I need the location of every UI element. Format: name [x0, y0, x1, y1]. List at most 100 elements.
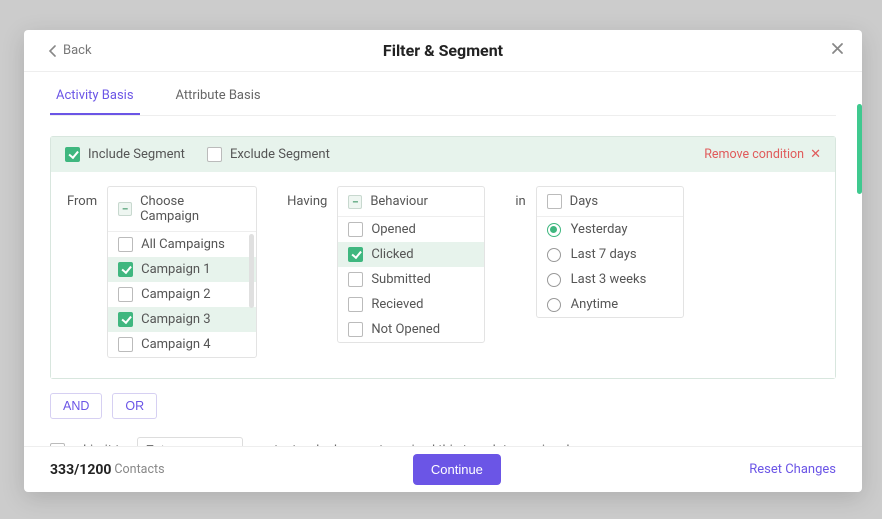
- limit-label: Limit to: [83, 443, 127, 447]
- option-label: Campaign 2: [141, 287, 210, 302]
- scrollbar-thumb[interactable]: [249, 234, 254, 308]
- exclude-segment-label: Exclude Segment: [230, 147, 330, 162]
- option-label: Last 7 days: [571, 247, 637, 262]
- campaign-option-2[interactable]: Campaign 2: [108, 282, 256, 307]
- limit-input[interactable]: [137, 437, 243, 446]
- campaign-header-label: Choose Campaign: [140, 194, 246, 224]
- behaviour-option-not-opened[interactable]: Not Opened: [338, 317, 484, 342]
- condition-body: From − Choose Campaign All Campaigns Cam…: [51, 172, 835, 378]
- condition-header: Include Segment Exclude Segment Remove c…: [51, 137, 835, 172]
- and-button[interactable]: AND: [50, 393, 102, 419]
- having-column: Having − Behaviour Opened Clicked Submit…: [287, 186, 485, 343]
- include-segment-option[interactable]: Include Segment: [65, 147, 185, 162]
- tabs: Activity Basis Attribute Basis: [50, 78, 836, 116]
- behaviour-option-opened[interactable]: Opened: [338, 217, 484, 242]
- limit-row: Limit to contacts who have not received …: [50, 437, 836, 446]
- campaign-option-1[interactable]: Campaign 1: [108, 257, 256, 282]
- include-segment-checkbox[interactable]: [65, 147, 80, 162]
- option-label: Recieved: [371, 297, 423, 312]
- modal-footer: 333/1200 Contacts Continue Reset Changes: [24, 446, 862, 492]
- checkbox[interactable]: [118, 312, 133, 327]
- close-icon: [831, 42, 844, 55]
- checkbox[interactable]: [118, 287, 133, 302]
- option-label: All Campaigns: [141, 237, 225, 252]
- radio[interactable]: [547, 248, 561, 262]
- checkbox[interactable]: [348, 247, 363, 262]
- option-label: Campaign 3: [141, 312, 210, 327]
- filter-segment-modal: Back Filter & Segment Activity Basis Att…: [24, 30, 862, 492]
- radio[interactable]: [547, 223, 561, 237]
- modal-header: Back Filter & Segment: [24, 30, 862, 72]
- close-button[interactable]: [831, 42, 844, 59]
- campaign-panel: − Choose Campaign All Campaigns Campaign…: [107, 186, 257, 358]
- option-label: Last 3 weeks: [571, 272, 647, 287]
- collapse-icon: −: [348, 195, 362, 209]
- exclude-segment-checkbox[interactable]: [207, 147, 222, 162]
- limit-checkbox[interactable]: [50, 443, 65, 447]
- radio[interactable]: [547, 298, 561, 312]
- campaign-options: All Campaigns Campaign 1 Campaign 2 Camp…: [108, 232, 256, 357]
- option-label: Opened: [371, 222, 416, 237]
- back-label: Back: [63, 43, 92, 58]
- days-option-last-3w[interactable]: Last 3 weeks: [537, 267, 683, 292]
- days-option-last-7[interactable]: Last 7 days: [537, 242, 683, 267]
- option-label: Submitted: [371, 272, 430, 287]
- campaign-option-4[interactable]: Campaign 4: [108, 332, 256, 357]
- remove-condition-button[interactable]: Remove condition ✕: [704, 147, 821, 162]
- option-label: Yesterday: [571, 222, 628, 237]
- reset-changes-link[interactable]: Reset Changes: [749, 462, 836, 477]
- days-option-anytime[interactable]: Anytime: [537, 292, 683, 317]
- chevron-left-icon: [48, 45, 57, 57]
- logic-operators: AND OR: [50, 393, 836, 419]
- option-label: Not Opened: [371, 322, 440, 337]
- behaviour-options: Opened Clicked Submitted Recieved Not Op…: [338, 217, 484, 342]
- option-label: Anytime: [571, 297, 619, 312]
- behaviour-option-recieved[interactable]: Recieved: [338, 292, 484, 317]
- behaviour-header-label: Behaviour: [370, 194, 428, 209]
- condition-block: Include Segment Exclude Segment Remove c…: [50, 136, 836, 379]
- checkbox[interactable]: [118, 237, 133, 252]
- checkbox[interactable]: [118, 337, 133, 352]
- modal-title: Filter & Segment: [383, 41, 503, 60]
- checkbox[interactable]: [348, 272, 363, 287]
- having-label: Having: [287, 186, 327, 209]
- behaviour-option-submitted[interactable]: Submitted: [338, 267, 484, 292]
- continue-button[interactable]: Continue: [413, 454, 501, 485]
- option-label: Clicked: [371, 247, 413, 262]
- behaviour-panel-header[interactable]: − Behaviour: [338, 187, 484, 217]
- limit-suffix: contacts who have not received this temp…: [253, 443, 576, 447]
- campaign-option-3[interactable]: Campaign 3: [108, 307, 256, 332]
- contact-count: 333/1200: [50, 462, 111, 478]
- exclude-segment-option[interactable]: Exclude Segment: [207, 147, 330, 162]
- from-column: From − Choose Campaign All Campaigns Cam…: [67, 186, 257, 358]
- or-button[interactable]: OR: [112, 393, 157, 419]
- in-label: in: [515, 186, 525, 209]
- behaviour-option-clicked[interactable]: Clicked: [338, 242, 484, 267]
- checkbox[interactable]: [348, 322, 363, 337]
- days-header-label: Days: [570, 194, 598, 209]
- contact-count-label: Contacts: [114, 462, 164, 477]
- radio[interactable]: [547, 273, 561, 287]
- remove-condition-label: Remove condition: [704, 147, 804, 162]
- campaign-panel-header[interactable]: − Choose Campaign: [108, 187, 256, 232]
- option-label: Campaign 4: [141, 337, 210, 352]
- campaign-option-all[interactable]: All Campaigns: [108, 232, 256, 257]
- checkbox[interactable]: [118, 262, 133, 277]
- back-button[interactable]: Back: [48, 43, 92, 58]
- checkbox[interactable]: [348, 297, 363, 312]
- days-options: Yesterday Last 7 days Last 3 weeks Anyti…: [537, 217, 683, 317]
- days-panel: Days Yesterday Last 7 days Last 3 weeks …: [536, 186, 684, 318]
- collapse-icon: −: [118, 202, 132, 216]
- option-label: Campaign 1: [141, 262, 210, 277]
- days-panel-header[interactable]: Days: [537, 187, 683, 217]
- include-segment-label: Include Segment: [88, 147, 185, 162]
- tab-attribute-basis[interactable]: Attribute Basis: [170, 78, 267, 115]
- behaviour-panel: − Behaviour Opened Clicked Submitted Rec…: [337, 186, 485, 343]
- checkbox[interactable]: [348, 222, 363, 237]
- days-option-yesterday[interactable]: Yesterday: [537, 217, 683, 242]
- modal-body: Activity Basis Attribute Basis Include S…: [24, 72, 862, 446]
- in-column: in Days Yesterday Last 7 days Last 3 wee…: [515, 186, 683, 318]
- tab-activity-basis[interactable]: Activity Basis: [50, 78, 140, 115]
- days-head-checkbox[interactable]: [547, 194, 562, 209]
- remove-x-icon: ✕: [810, 147, 821, 162]
